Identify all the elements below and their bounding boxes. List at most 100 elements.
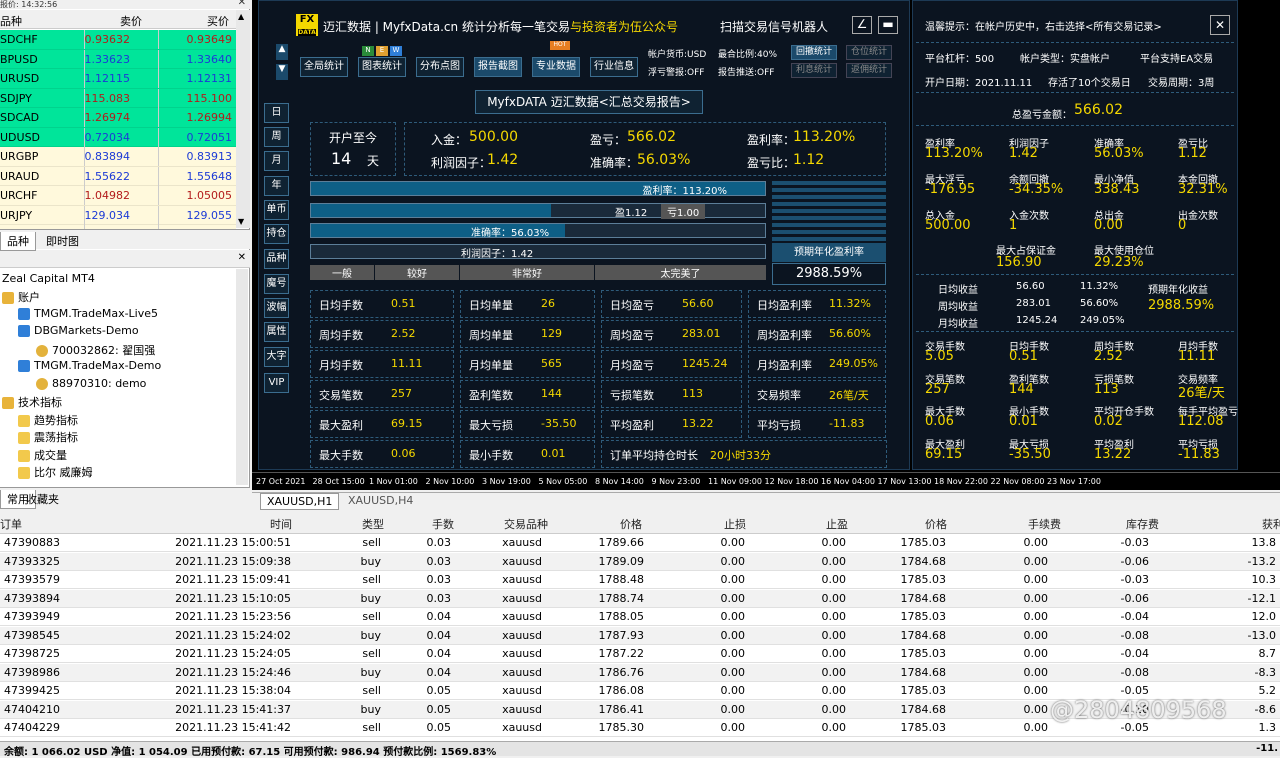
btn-position[interactable]: 仓位统计 xyxy=(846,45,892,60)
table-cell: 0.00 xyxy=(821,702,847,716)
market-watch-row[interactable]: URAUD 1.55622 1.55648 xyxy=(0,166,236,186)
table-row[interactable]: 47393894 2021.11.23 15:10:05 buy 0.03 xauusd… xyxy=(0,589,1280,608)
btn-pro-data[interactable]: 专业数据 xyxy=(532,57,580,77)
side-btn[interactable]: 年 xyxy=(264,176,289,196)
market-watch-row[interactable]: UDUSD 0.72034 0.72051 xyxy=(0,127,236,147)
col-header[interactable]: 手数 xyxy=(432,516,454,532)
col-header[interactable]: 止盈 xyxy=(826,516,848,532)
col-header[interactable]: 交易品种 xyxy=(504,516,548,532)
tab-tick-chart[interactable]: 即时图 xyxy=(40,232,85,250)
market-watch-row[interactable]: URJPY 129.034 129.055 xyxy=(0,205,236,225)
table-row[interactable]: 47393949 2021.11.23 15:23:56 sell 0.04 xauus… xyxy=(0,608,1280,627)
side-btn[interactable]: 属性 xyxy=(264,322,289,342)
col-ask[interactable]: 买价 xyxy=(207,13,229,29)
slogan-robot[interactable]: 扫描交易信号机器人 xyxy=(720,18,828,35)
tab-chart-h4[interactable]: XAUUSD,H4 xyxy=(342,493,419,508)
col-header[interactable]: 库存费 xyxy=(1126,516,1159,532)
side-btn[interactable]: 月 xyxy=(264,151,289,171)
side-btn[interactable]: 周 xyxy=(264,127,289,147)
btn-drawdown[interactable]: 回撤统计 xyxy=(791,45,837,60)
navigator-root[interactable]: Zeal Capital MT4 xyxy=(2,272,95,285)
table-cell: 2021.11.23 15:09:38 xyxy=(175,554,291,568)
col-header[interactable]: 止损 xyxy=(724,516,746,532)
divider xyxy=(158,205,159,225)
table-cell: 1.3 xyxy=(1258,721,1277,734)
tree-account-3-user[interactable]: 88970310: demo xyxy=(36,377,146,390)
table-row[interactable]: 47398725 2021.11.23 15:24:05 sell 0.04 xauus… xyxy=(0,645,1280,664)
market-watch-row[interactable]: URCHF 1.04982 1.05005 xyxy=(0,186,236,206)
side-btn[interactable]: 波幅 xyxy=(264,298,289,318)
btn-chart-stats[interactable]: 图表统计 xyxy=(358,57,406,77)
tree-indicator-volume[interactable]: 成交量 xyxy=(18,447,67,463)
col-bid[interactable]: 卖价 xyxy=(120,13,142,29)
close-icon[interactable]: ✕ xyxy=(238,0,246,8)
side-btn[interactable]: 大字 xyxy=(264,347,289,367)
btn-rebate[interactable]: 返佣统计 xyxy=(846,63,892,78)
close-icon[interactable]: ✕ xyxy=(238,252,246,263)
side-btn[interactable]: VIP xyxy=(264,373,289,393)
table-cell: 0.00 xyxy=(720,665,746,679)
table-cell: 1788.74 xyxy=(598,591,645,605)
scrollbar[interactable]: ▲ ▼ xyxy=(236,10,250,228)
col-header[interactable]: 类型 xyxy=(362,516,384,532)
market-watch-row[interactable]: BPUSD 1.33623 1.33640 xyxy=(0,49,236,69)
tree-account-3[interactable]: TMGM.TradeMax-Demo xyxy=(18,359,161,372)
col-header[interactable]: 价格 xyxy=(925,516,947,532)
btn-scatter[interactable]: 分布点图 xyxy=(416,57,464,77)
side-btn[interactable]: 品种 xyxy=(264,249,289,269)
market-watch-row[interactable]: URUSD 1.12115 1.12131 xyxy=(0,69,236,89)
table-cell: 0.05 xyxy=(426,684,452,697)
side-btn[interactable]: 持仓 xyxy=(264,224,289,244)
tree-indicator-oscillator[interactable]: 震荡指标 xyxy=(18,429,78,445)
side-btn[interactable]: 魔号 xyxy=(264,274,289,294)
table-row[interactable]: 47398545 2021.11.23 15:24:02 buy 0.04 xauusd… xyxy=(0,626,1280,645)
tree-accounts[interactable]: 账户 xyxy=(2,289,40,305)
tree-account-2-user[interactable]: 700032862: 翟国强 xyxy=(36,342,155,358)
time-label: 12 Nov 18:00 xyxy=(764,477,819,486)
col-header[interactable]: 手续费 xyxy=(1028,516,1061,532)
minimize-icon[interactable]: ▬ xyxy=(878,16,898,34)
market-watch-row[interactable]: SDCAD 1.26974 1.26994 xyxy=(0,108,236,128)
tab-favorites[interactable]: 收藏夹 xyxy=(20,490,65,508)
divider xyxy=(158,88,159,108)
col-header[interactable]: 获利 xyxy=(1262,516,1280,532)
table-row[interactable]: 47393325 2021.11.23 15:09:38 buy 0.03 xauusd… xyxy=(0,552,1280,571)
col-header[interactable]: 时间 xyxy=(270,516,292,532)
col-header[interactable]: 价格 xyxy=(620,516,642,532)
col-symbol[interactable]: 品种 xyxy=(0,13,22,29)
stat-cell: 周均盈亏 283.01 xyxy=(601,320,742,348)
btn-interest[interactable]: 利息统计 xyxy=(791,63,837,78)
market-watch-row[interactable]: SDJPY 115.083 115.100 xyxy=(0,88,236,108)
tree-account-2[interactable]: DBGMarkets-Demo xyxy=(18,324,139,337)
scroll-up-icon[interactable]: ▲ xyxy=(276,44,288,60)
grid-value: 500.00 xyxy=(925,218,971,233)
table-row[interactable]: 47398986 2021.11.23 15:24:46 buy 0.04 xauusd… xyxy=(0,663,1280,682)
scrollbar[interactable] xyxy=(236,269,248,485)
slogan-wechat[interactable]: 与投资者为伍公众号 xyxy=(570,18,678,35)
market-watch-row[interactable]: SDCHF 0.93632 0.93649 xyxy=(0,30,236,50)
open-label: 开户至今 xyxy=(329,131,378,145)
tree-indicator-trend[interactable]: 趋势指标 xyxy=(18,412,78,428)
btn-report-shot[interactable]: 报告截图 xyxy=(474,57,522,77)
tree-indicator-williams[interactable]: 比尔 威廉姆 xyxy=(18,464,93,480)
edit-icon[interactable]: ∠ xyxy=(852,16,872,34)
col-header[interactable]: 订单 xyxy=(0,516,22,532)
grid-value: 56.03% xyxy=(1094,146,1144,161)
side-btn[interactable]: 日 xyxy=(264,103,289,123)
table-row[interactable]: 47393579 2021.11.23 15:09:41 sell 0.03 xauus… xyxy=(0,571,1280,590)
market-watch-row[interactable]: URGBP 0.83894 0.83913 xyxy=(0,147,236,167)
tree-indicators[interactable]: 技术指标 xyxy=(2,394,62,410)
tree-account-1[interactable]: TMGM.TradeMax-Live5 xyxy=(18,307,158,320)
btn-industry[interactable]: 行业信息 xyxy=(590,57,638,77)
annual-gauge xyxy=(772,181,886,241)
ask-cell: 1.33640 xyxy=(186,52,233,66)
side-btn[interactable]: 单币 xyxy=(264,200,289,220)
table-cell: 1785.03 xyxy=(900,684,947,697)
tab-chart-h1[interactable]: XAUUSD,H1 xyxy=(260,493,340,510)
table-row[interactable]: 47390883 2021.11.23 15:00:51 sell 0.03 xauus… xyxy=(0,534,1280,553)
profit-factor-value: 1.42 xyxy=(487,152,519,168)
scroll-down-icon[interactable]: ▼ xyxy=(276,64,288,80)
btn-global-stats[interactable]: 全局统计 xyxy=(300,57,348,77)
close-icon[interactable]: ✕ xyxy=(1210,15,1230,35)
tab-symbols[interactable]: 品种 xyxy=(0,232,36,251)
